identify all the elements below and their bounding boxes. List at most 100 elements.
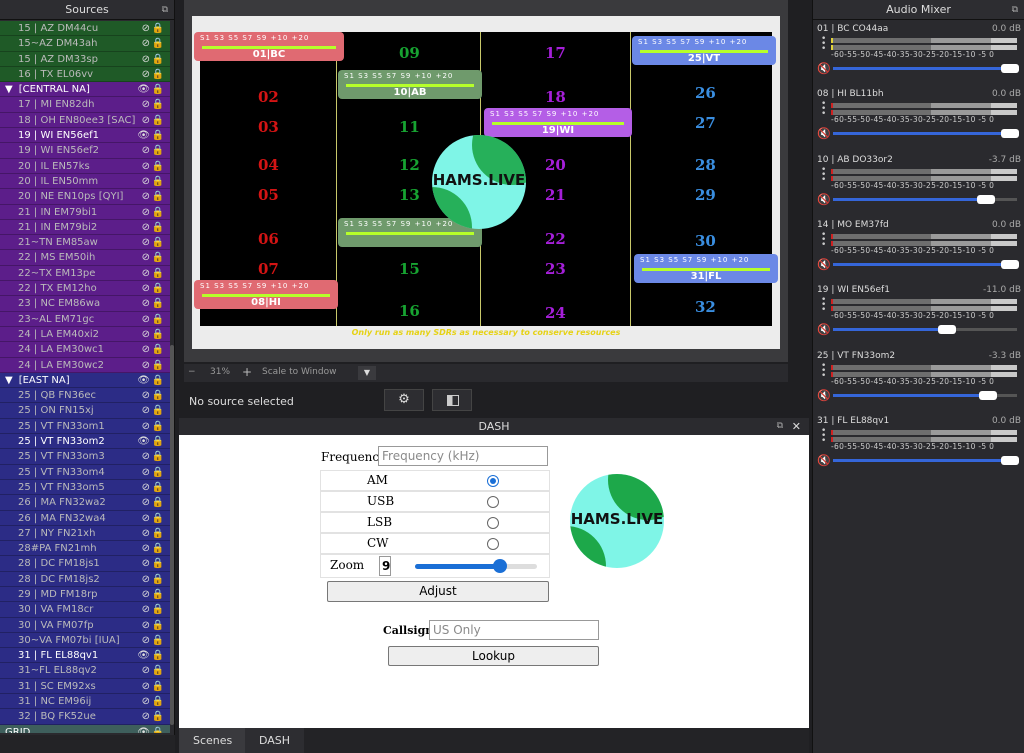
lock-icon[interactable]: 🔒 [152,511,164,526]
source-item[interactable]: 19 | WI EN56ef1 👁 🔒 [0,128,170,144]
source-item[interactable]: 15 | AZ DM33sp ⊘ 🔒 [0,51,170,67]
source-item[interactable]: 25 | VT FN33om2 👁 🔒 [0,434,170,450]
tab-dash[interactable]: DASH [245,728,305,753]
lock-icon[interactable]: 🔒 [152,82,164,97]
zoom-out-button[interactable]: − [188,367,196,377]
eye-off-icon[interactable]: ⊘ [142,250,150,265]
eye-off-icon[interactable]: ⊘ [142,281,150,296]
lock-icon[interactable]: 🔒 [152,97,164,112]
lock-icon[interactable]: 🔒 [152,526,164,541]
volume-slider[interactable] [833,259,1019,269]
eye-off-icon[interactable]: ⊘ [142,526,150,541]
lock-icon[interactable]: 🔒 [152,67,164,82]
undock-icon[interactable]: ⧉ [777,418,783,435]
lock-icon[interactable]: 🔒 [152,694,164,709]
eye-off-icon[interactable]: ⊘ [142,511,150,526]
zoom-slider[interactable] [415,559,537,573]
lock-icon[interactable]: 🔒 [152,327,164,342]
eye-off-icon[interactable]: ⊘ [142,633,150,648]
lock-icon[interactable]: 🔒 [152,21,164,36]
lock-icon[interactable]: 🔒 [152,541,164,556]
eye-off-icon[interactable]: ⊘ [142,143,150,158]
source-item[interactable]: 31~FL EL88qv2 ⊘ 🔒 [0,663,170,679]
eye-off-icon[interactable]: ⊘ [142,97,150,112]
lock-icon[interactable]: 🔒 [152,618,164,633]
undock-icon[interactable]: ⧉ [162,0,168,20]
volume-handle[interactable] [938,325,957,335]
eye-off-icon[interactable]: ⊘ [142,159,150,174]
eye-off-icon[interactable]: ⊘ [142,587,150,602]
eye-off-icon[interactable]: ⊘ [142,449,150,464]
source-item[interactable]: 22 | TX EM12ho ⊘ 🔒 [0,281,170,297]
lock-icon[interactable]: 🔒 [152,465,164,480]
speaker-muted-icon[interactable]: 🔇 [817,193,831,206]
eye-icon[interactable]: 👁 [137,373,150,388]
lock-icon[interactable]: 🔒 [152,572,164,587]
source-item[interactable]: 20 | IL EN57ks ⊘ 🔒 [0,158,170,174]
channel-menu-icon[interactable]: • • • [821,35,826,54]
lock-icon[interactable]: 🔒 [152,587,164,602]
eye-off-icon[interactable]: ⊘ [142,694,150,709]
filter-button[interactable] [432,389,472,411]
source-item[interactable]: 30 | VA FM18cr ⊘ 🔒 [0,602,170,618]
source-item[interactable]: 28 | DC FM18js1 ⊘ 🔒 [0,556,170,572]
source-item[interactable]: 32 | BQ FK52ue ⊘ 🔒 [0,709,170,725]
source-item[interactable]: 28#PA FN21mh ⊘ 🔒 [0,541,170,557]
source-item[interactable]: 16 | TX EL06vv ⊘ 🔒 [0,66,170,83]
lock-icon[interactable]: 🔒 [152,388,164,403]
eye-off-icon[interactable]: ⊘ [142,36,150,51]
eye-off-icon[interactable]: ⊘ [142,572,150,587]
lock-icon[interactable]: 🔒 [152,205,164,220]
sources-scrollbar[interactable] [170,345,174,725]
source-item[interactable]: 22~TX EM13pe ⊘ 🔒 [0,265,170,282]
volume-handle[interactable] [1000,455,1019,465]
lock-icon[interactable]: 🔒 [152,36,164,51]
source-item[interactable]: 31 | SC EM92xs ⊘ 🔒 [0,678,170,695]
eye-off-icon[interactable]: ⊘ [142,174,150,189]
eye-off-icon[interactable]: ⊘ [142,189,150,204]
zoom-in-button[interactable]: + [242,365,252,379]
volume-handle[interactable] [1000,64,1019,73]
lock-icon[interactable]: 🔒 [152,128,164,143]
volume-slider[interactable] [833,325,1017,335]
lock-icon[interactable]: 🔒 [152,449,164,464]
eye-off-icon[interactable]: ⊘ [142,312,150,327]
lock-icon[interactable]: 🔒 [152,725,164,733]
eye-off-icon[interactable]: ⊘ [142,709,150,724]
lookup-button[interactable]: Lookup [388,646,599,666]
eye-off-icon[interactable]: ⊘ [142,296,150,311]
source-item[interactable]: 24 | LA EM40xi2 ⊘ 🔒 [0,326,170,343]
lock-icon[interactable]: 🔒 [152,373,164,388]
lock-icon[interactable]: 🔒 [152,113,164,128]
eye-off-icon[interactable]: ⊘ [142,52,150,67]
lock-icon[interactable]: 🔒 [152,679,164,694]
source-item[interactable]: 18 | OH EN80ee3 [SAC] ⊘ 🔒 [0,112,170,129]
source-group[interactable]: GRID 👁 🔒 [0,724,170,733]
lock-icon[interactable]: 🔒 [152,266,164,281]
lock-icon[interactable]: 🔒 [152,174,164,189]
lock-icon[interactable]: 🔒 [152,480,164,495]
lock-icon[interactable]: 🔒 [152,342,164,357]
eye-off-icon[interactable]: ⊘ [142,220,150,235]
eye-icon[interactable]: 👁 [137,725,150,733]
eye-off-icon[interactable]: ⊘ [142,266,150,281]
undock-icon[interactable]: ⧉ [1012,0,1018,20]
tab-scenes[interactable]: Scenes [179,728,247,753]
chevron-down-icon[interactable]: ▼ [358,366,376,380]
eye-off-icon[interactable]: ⊘ [142,663,150,678]
eye-off-icon[interactable]: ⊘ [142,67,150,82]
source-item[interactable]: 22 | MS EM50ih ⊘ 🔒 [0,250,170,266]
source-item[interactable]: 20 | NE EN10ps [QYI] ⊘ 🔒 [0,189,170,205]
adjust-button[interactable]: Adjust [327,581,549,602]
channel-menu-icon[interactable]: • • • [821,230,826,249]
source-item[interactable]: 25 | QB FN36ec ⊘ 🔒 [0,388,170,404]
source-item[interactable]: 27 | NY FN21xh ⊘ 🔒 [0,525,170,542]
channel-menu-icon[interactable]: • • • [821,426,826,445]
mode-radio[interactable] [487,538,499,550]
eye-off-icon[interactable]: ⊘ [142,465,150,480]
source-item[interactable]: 25 | ON FN15xj ⊘ 🔒 [0,403,170,419]
lock-icon[interactable]: 🔒 [152,602,164,617]
eye-off-icon[interactable]: ⊘ [142,205,150,220]
speaker-muted-icon[interactable]: 🔇 [817,62,831,75]
mode-radio[interactable] [487,475,499,487]
